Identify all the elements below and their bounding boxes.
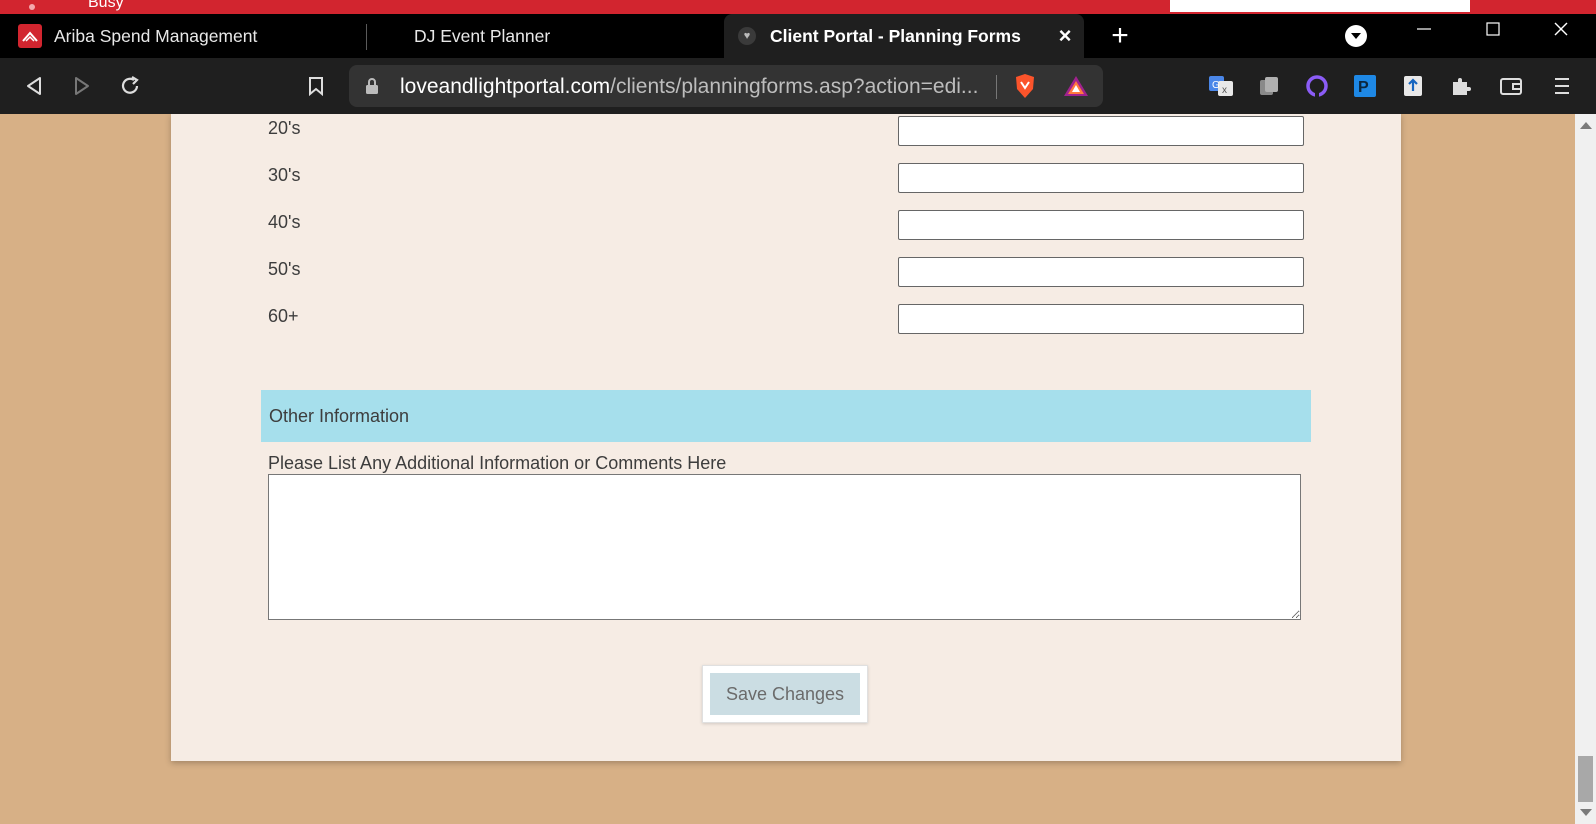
comments-label: Please List Any Additional Information o… xyxy=(268,453,727,473)
scroll-thumb[interactable] xyxy=(1578,756,1593,802)
svg-text:P: P xyxy=(1358,79,1369,96)
age-group-row: 50's xyxy=(268,257,1481,293)
reload-icon[interactable] xyxy=(116,72,144,100)
back-icon[interactable] xyxy=(20,72,48,100)
bookmark-icon[interactable] xyxy=(302,72,330,100)
tab-dj-event-planner[interactable]: DJ Event Planner xyxy=(414,14,714,58)
age-40s-input[interactable] xyxy=(898,210,1304,240)
save-button-frame: Save Changes xyxy=(702,665,868,723)
brave-shields-icon[interactable] xyxy=(1013,73,1037,104)
address-bar[interactable]: loveandlightportal.com/clients/planningf… xyxy=(349,65,1103,107)
pinterest-style-extension-icon[interactable]: P xyxy=(1351,72,1379,100)
page-scrollbar[interactable] xyxy=(1575,114,1596,824)
url-divider xyxy=(996,75,997,99)
tab-bar: Ariba Spend Management DJ Event Planner … xyxy=(0,14,1596,58)
planning-form-card: 20's 30's 40's 50's 60+ Other Informatio… xyxy=(171,114,1401,761)
age-group-row: 60+ xyxy=(268,304,1481,340)
tab-label: Client Portal - Planning Forms xyxy=(770,25,1021,46)
age-20s-input[interactable] xyxy=(898,116,1304,146)
menu-icon[interactable] xyxy=(1548,72,1576,100)
upload-extension-icon[interactable] xyxy=(1399,72,1427,100)
scroll-down-arrow-icon[interactable] xyxy=(1580,809,1592,816)
svg-text:x: x xyxy=(1222,85,1227,96)
tab-label: DJ Event Planner xyxy=(414,25,551,46)
scroll-up-arrow-icon[interactable] xyxy=(1580,122,1592,129)
close-tab-icon[interactable]: × xyxy=(1054,25,1076,47)
section-title: Other Information xyxy=(269,406,410,426)
tab-label: Ariba Spend Management xyxy=(54,25,258,46)
tab-copy-extension-icon[interactable] xyxy=(1255,72,1283,100)
age-60-plus-input[interactable] xyxy=(898,304,1304,334)
window-close-icon[interactable] xyxy=(1538,14,1584,44)
client-portal-favicon-icon: ♥ xyxy=(738,27,756,45)
background-app-search xyxy=(1170,0,1470,12)
lock-icon xyxy=(365,77,379,100)
age-group-row: 20's xyxy=(268,116,1481,152)
comments-textarea[interactable] xyxy=(268,474,1301,620)
extension-ring-icon[interactable] xyxy=(1303,72,1331,100)
save-changes-button[interactable]: Save Changes xyxy=(710,673,860,715)
google-translate-icon[interactable]: Gx xyxy=(1207,72,1235,100)
url-text: loveandlightportal.com/clients/planningf… xyxy=(400,75,978,99)
ariba-logo-icon xyxy=(18,24,42,48)
page-viewport: 20's 30's 40's 50's 60+ Other Informatio… xyxy=(0,114,1596,824)
age-group-label: 20's xyxy=(268,118,301,138)
age-group-label: 60+ xyxy=(268,306,299,326)
extensions-puzzle-icon[interactable] xyxy=(1447,72,1475,100)
url-path: /clients/planningforms.asp?action=edi... xyxy=(610,75,979,98)
age-group-label: 50's xyxy=(268,259,301,279)
browser-toolbar: loveandlightportal.com/clients/planningf… xyxy=(0,58,1596,114)
tab-search-icon[interactable] xyxy=(1345,25,1367,47)
background-app-status: Busy xyxy=(88,0,124,11)
svg-text:G: G xyxy=(1212,80,1220,91)
url-domain: loveandlightportal.com xyxy=(400,75,611,98)
age-group-row: 30's xyxy=(268,163,1481,199)
age-30s-input[interactable] xyxy=(898,163,1304,193)
age-group-label: 30's xyxy=(268,165,301,185)
age-50s-input[interactable] xyxy=(898,257,1304,287)
background-app-bar: Busy xyxy=(0,0,1596,14)
tab-ariba[interactable]: Ariba Spend Management xyxy=(18,14,363,58)
new-tab-button[interactable]: + xyxy=(1100,14,1140,58)
wallet-icon[interactable] xyxy=(1497,72,1525,100)
maximize-icon[interactable] xyxy=(1470,14,1516,44)
other-information-header: Other Information xyxy=(261,390,1311,442)
tab-client-portal[interactable]: ♥ Client Portal - Planning Forms × xyxy=(724,14,1084,58)
age-group-row: 40's xyxy=(268,210,1481,246)
age-group-label: 40's xyxy=(268,212,301,232)
tab-divider xyxy=(366,24,367,50)
status-dot xyxy=(29,4,35,10)
minimize-icon[interactable] xyxy=(1401,14,1447,44)
forward-icon[interactable] xyxy=(68,72,96,100)
brave-rewards-icon[interactable] xyxy=(1063,74,1089,103)
